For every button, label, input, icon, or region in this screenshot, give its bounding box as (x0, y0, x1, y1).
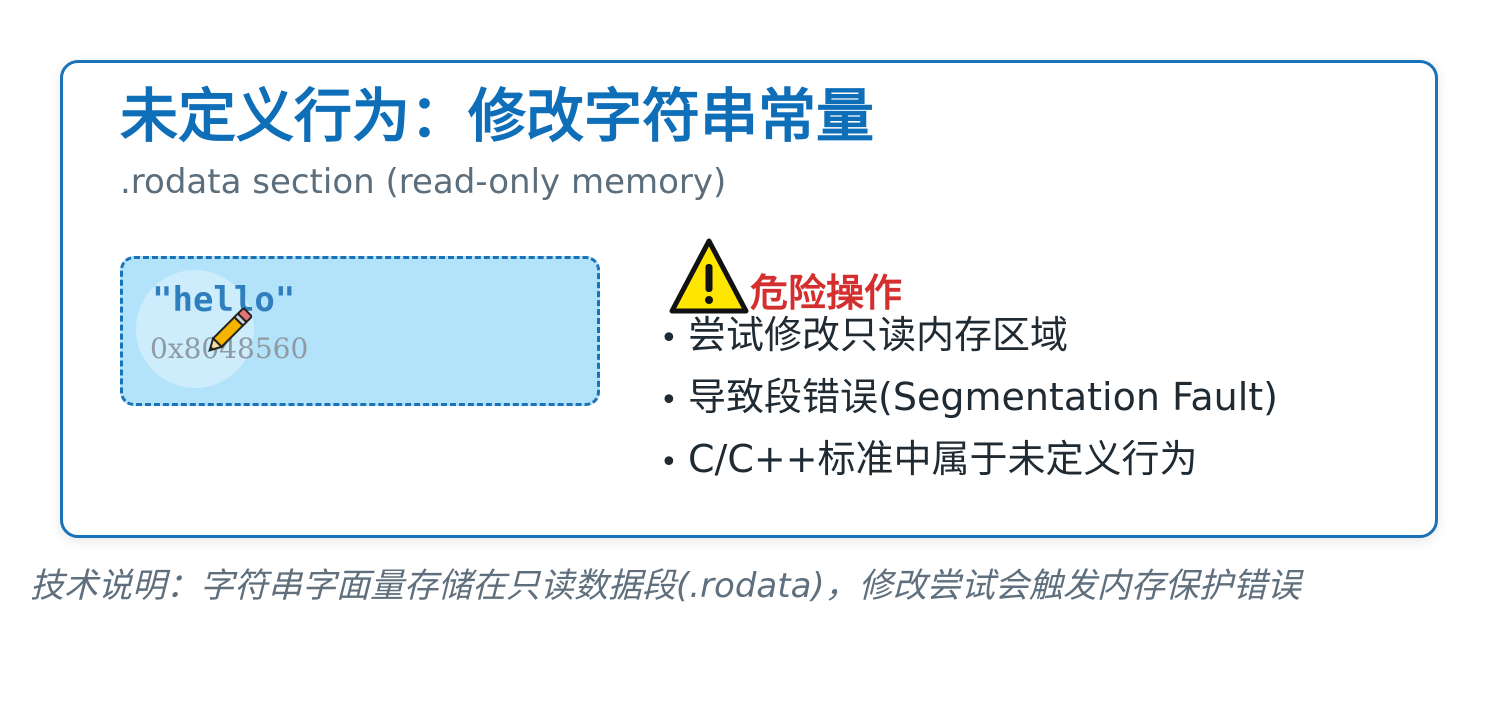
diagram-canvas: 未定义行为：修改字符串常量 .rodata section (read-only… (0, 0, 1500, 720)
page-subtitle: .rodata section (read-only memory) (120, 162, 727, 202)
consequence-list: • 尝试修改只读内存区域 • 导致段错误(Segmentation Fault) •… (660, 306, 1278, 492)
pencil-icon (208, 307, 253, 352)
page-title: 未定义行为：修改字符串常量 (120, 82, 875, 150)
list-item: • C/C++标准中属于未定义行为 (660, 437, 1198, 481)
list-item: • 导致段错误(Segmentation Fault) (660, 375, 1279, 419)
list-item-text: C/C++标准中属于未定义行为 (688, 437, 1198, 481)
list-item-text: 尝试修改只读内存区域 (688, 313, 1069, 357)
warning-triangle-icon (669, 238, 749, 314)
list-item: • 尝试修改只读内存区域 (660, 313, 1069, 357)
list-item-text: 导致段错误(Segmentation Fault) (688, 375, 1279, 419)
technical-note: 技术说明：字符串字面量存储在只读数据段(.rodata)，修改尝试会触发内存保护… (30, 566, 1301, 606)
